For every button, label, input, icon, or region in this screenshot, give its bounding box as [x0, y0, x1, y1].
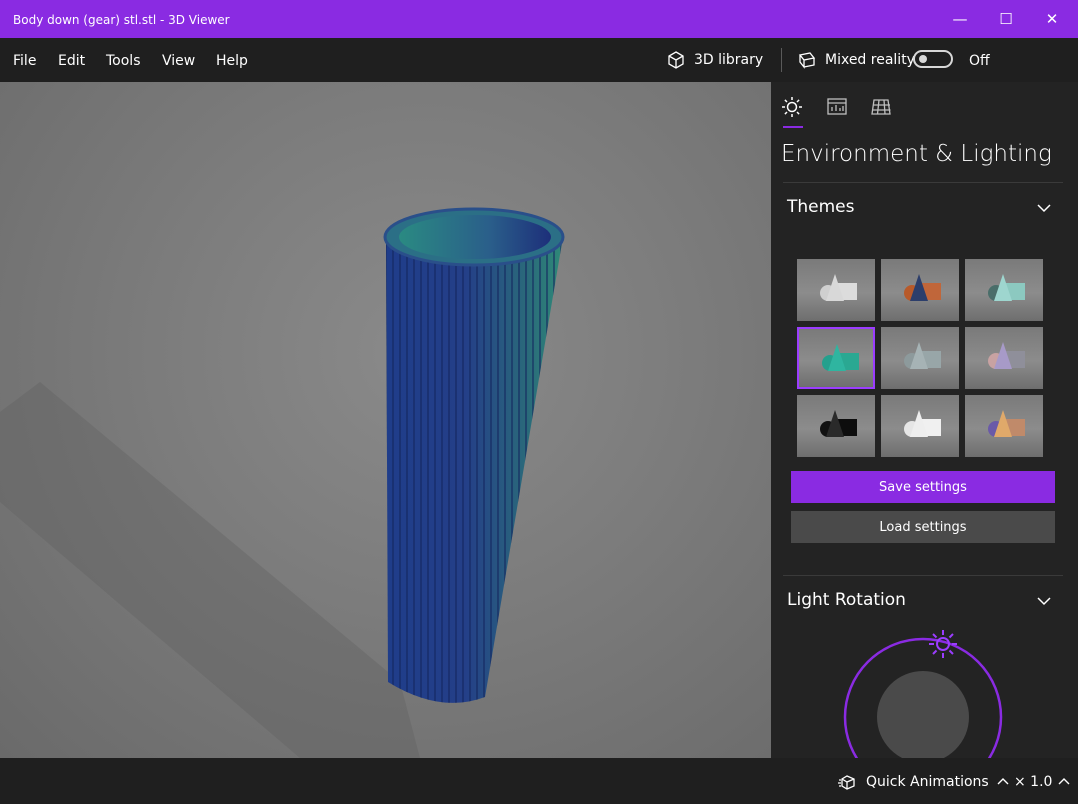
theme-preview-shapes	[820, 410, 857, 437]
3d-library-label: 3D library	[694, 52, 764, 68]
theme-thumbnail[interactable]	[797, 327, 875, 389]
theme-thumbnail[interactable]	[881, 259, 959, 321]
theme-thumbnail[interactable]	[881, 395, 959, 457]
light-rotation-dial[interactable]	[833, 622, 1013, 758]
divider	[783, 182, 1063, 183]
theme-preview-shapes	[904, 274, 941, 301]
theme-preview-shapes	[988, 410, 1025, 437]
panel-title: Environment & Lighting	[781, 141, 1052, 167]
tab-stats-shading[interactable]	[824, 94, 850, 120]
divider	[783, 575, 1063, 576]
light-sun-icon[interactable]	[929, 630, 957, 658]
theme-thumbnail[interactable]	[965, 259, 1043, 321]
tab-environment-lighting[interactable]	[779, 94, 805, 120]
animation-icon	[838, 775, 855, 790]
theme-grid	[797, 259, 1047, 460]
theme-preview-shapes	[904, 410, 941, 437]
menu-help[interactable]: Help	[216, 53, 248, 69]
chevron-down-icon[interactable]	[1035, 201, 1053, 215]
theme-preview-shapes	[988, 342, 1025, 369]
chevron-up-icon	[1058, 778, 1070, 785]
model-render	[0, 207, 565, 758]
themes-heading: Themes	[787, 197, 855, 217]
save-settings-label: Save settings	[879, 479, 967, 495]
maximize-button[interactable]: ☐	[983, 4, 1029, 34]
menu-tools[interactable]: Tools	[106, 53, 141, 69]
quick-animations-button[interactable]: Quick Animations	[838, 774, 1009, 790]
tab-mesh-grid[interactable]	[868, 94, 894, 120]
active-tab-indicator	[783, 126, 803, 128]
close-icon: ✕	[1045, 10, 1059, 28]
animation-speed-button[interactable]: × 1.0	[1014, 774, 1070, 790]
side-panel: Environment & Lighting Themes Save setti…	[771, 82, 1078, 758]
sun-icon	[782, 97, 802, 117]
theme-preview-shapes	[988, 274, 1025, 301]
theme-preview-shapes	[820, 274, 857, 301]
menu-edit[interactable]: Edit	[58, 53, 85, 69]
grid-icon	[871, 99, 891, 115]
load-settings-button[interactable]: Load settings	[791, 511, 1055, 543]
animation-speed-label: × 1.0	[1014, 774, 1053, 790]
menu-bar: File Edit Tools View Help 3D library Mix…	[0, 38, 1078, 82]
minimize-icon: —	[952, 10, 968, 28]
theme-thumbnail[interactable]	[881, 327, 959, 389]
chart-icon	[827, 98, 847, 115]
close-button[interactable]: ✕	[1029, 4, 1075, 34]
quick-animations-label: Quick Animations	[866, 774, 989, 790]
theme-thumbnail[interactable]	[797, 259, 875, 321]
maximize-icon: ☐	[999, 10, 1013, 28]
menu-file[interactable]: File	[13, 53, 36, 69]
theme-thumbnail[interactable]	[965, 327, 1043, 389]
save-settings-button[interactable]: Save settings	[791, 471, 1055, 503]
mixed-reality-state: Off	[969, 53, 990, 69]
mixed-reality-button[interactable]: Mixed reality	[797, 49, 915, 71]
theme-preview-shapes	[904, 342, 941, 369]
theme-preview-shapes	[822, 344, 859, 371]
mixed-reality-label: Mixed reality	[825, 52, 915, 68]
window-title: Body down (gear) stl.stl - 3D Viewer	[13, 13, 230, 27]
theme-thumbnail[interactable]	[797, 395, 875, 457]
menu-divider	[781, 48, 782, 72]
toggle-knob	[919, 55, 927, 63]
model-inner-opening	[399, 215, 551, 259]
model-shadow	[0, 382, 420, 758]
chevron-up-icon	[997, 778, 1009, 785]
light-rotation-heading: Light Rotation	[787, 590, 906, 610]
3d-viewport[interactable]	[0, 82, 771, 758]
status-bar: Quick Animations × 1.0	[0, 758, 1078, 804]
model-ribs	[386, 237, 563, 703]
load-settings-label: Load settings	[879, 519, 967, 535]
cube-icon	[668, 51, 684, 69]
mixed-reality-toggle[interactable]	[913, 50, 953, 68]
mixed-reality-icon	[798, 52, 816, 69]
menu-view[interactable]: View	[162, 53, 195, 69]
title-bar: Body down (gear) stl.stl - 3D Viewer — ☐…	[0, 0, 1078, 38]
chevron-down-icon[interactable]	[1035, 594, 1053, 608]
3d-library-button[interactable]: 3D library	[666, 49, 763, 71]
minimize-button[interactable]: —	[937, 4, 983, 34]
theme-thumbnail[interactable]	[965, 395, 1043, 457]
